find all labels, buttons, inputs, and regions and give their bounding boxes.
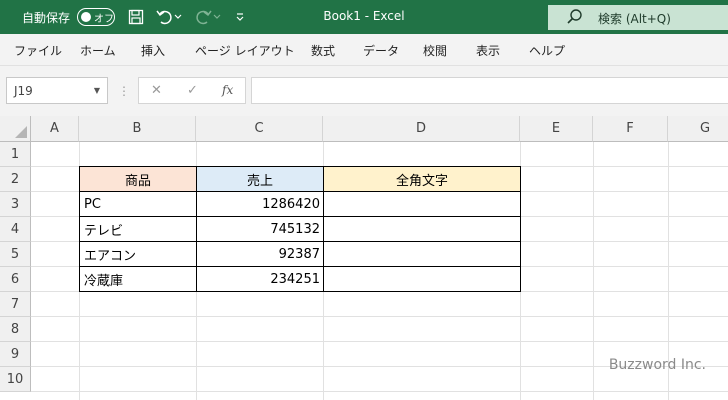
tab-view[interactable]: 表示 [476,42,500,59]
table-border [196,166,197,292]
table-border [323,166,324,292]
tab-help[interactable]: ヘルプ [529,42,565,59]
customize-qat-icon[interactable] [232,7,248,27]
table-border [79,216,521,217]
row-header-6[interactable]: 6 [0,267,31,292]
row-header-8[interactable]: 8 [0,317,31,342]
column-header-c[interactable]: C [196,116,323,142]
row-header-1[interactable]: 1 [0,142,31,167]
insert-function-icon[interactable]: fx [222,83,233,97]
toggle-label: オフ [94,14,114,25]
formula-bar-grip[interactable]: ⋮ [118,84,130,98]
gridline [593,142,594,400]
tab-insert[interactable]: 挿入 [141,42,165,59]
cancel-icon[interactable]: ✕ [151,83,162,98]
search-text: 検索 (Alt+Q) [598,12,671,26]
search-box[interactable]: 検索 (Alt+Q) [548,5,728,30]
tab-page-layout[interactable]: ページ レイアウト [195,42,295,59]
redo-icon[interactable] [193,7,213,27]
row-header-10[interactable]: 10 [0,367,31,392]
column-header-a[interactable]: A [31,116,79,142]
gridline [31,316,728,317]
select-all-triangle-icon [15,126,27,138]
column-header-b[interactable]: B [79,116,196,142]
watermark: Buzzword Inc. [608,357,706,373]
name-box-value: J19 [14,84,33,98]
toggle-knob [81,12,91,22]
redo-dropdown-icon[interactable] [212,7,222,27]
table-border [79,266,521,267]
tab-formulas[interactable]: 数式 [311,42,335,59]
column-header-d[interactable]: D [323,116,520,142]
chevron-down-icon[interactable]: ▼ [94,86,100,95]
title-bar: 自動保存 オフ Book1 - Excel 検索 (Alt+Q) [0,0,728,34]
table-border [79,191,521,192]
tab-data[interactable]: データ [363,42,399,59]
row-header-7[interactable]: 7 [0,292,31,317]
row-header-4[interactable]: 4 [0,217,31,242]
table-border [79,241,521,242]
column-header-g[interactable]: G [668,116,728,142]
save-icon[interactable] [126,7,146,27]
row-header-2[interactable]: 2 [0,167,31,192]
ribbon-tabs: ファイル ホーム 挿入 ページ レイアウト 数式 データ 校閲 表示 ヘルプ [0,34,728,66]
name-box[interactable]: J19 ▼ [6,77,108,104]
formula-input[interactable] [251,77,728,104]
autosave-toggle[interactable]: オフ [77,8,115,26]
row-header-3[interactable]: 3 [0,192,31,217]
row-header-9[interactable]: 9 [0,342,31,367]
gridline [31,391,728,392]
tab-home[interactable]: ホーム [80,42,116,59]
select-all-button[interactable] [0,116,31,142]
column-header-f[interactable]: F [593,116,668,142]
search-icon [566,8,584,29]
formula-bar: J19 ▼ ⋮ ✕ ✓ fx [0,66,728,116]
tab-review[interactable]: 校閲 [423,42,447,59]
column-header-e[interactable]: E [520,116,593,142]
gridline [31,341,728,342]
table-border [79,166,521,292]
undo-dropdown-icon[interactable] [173,7,183,27]
tab-file[interactable]: ファイル [14,42,62,59]
row-header-5[interactable]: 5 [0,242,31,267]
formula-buttons: ✕ ✓ fx [138,77,246,104]
autosave-label: 自動保存 [22,11,71,25]
enter-icon[interactable]: ✓ [187,83,198,98]
undo-icon[interactable] [155,7,175,27]
